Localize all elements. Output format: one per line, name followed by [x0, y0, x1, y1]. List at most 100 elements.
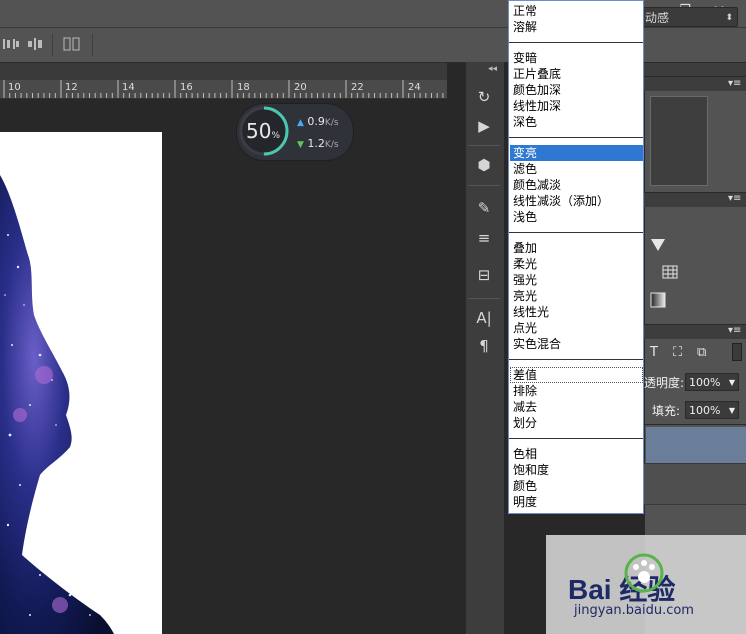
paw-icon	[624, 553, 664, 593]
shape-filter-icon[interactable]: ⛶	[673, 345, 682, 360]
menu-divider	[509, 42, 643, 43]
galaxy-silhouette-image	[0, 175, 114, 634]
clone-source-icon[interactable]: ⊟	[470, 264, 498, 286]
download-unit: K/s	[324, 140, 339, 150]
speed-percent-value: 50	[246, 119, 272, 143]
panel-separator	[468, 185, 500, 186]
gradient-map-icon[interactable]	[650, 292, 666, 308]
grid-map-icon[interactable]	[662, 264, 678, 280]
arrow-up-icon: ▲	[297, 118, 304, 128]
panel-menu-icon[interactable]: ▾≡	[728, 193, 741, 204]
blend-menu-item[interactable]: 深色	[513, 114, 537, 130]
blend-menu-item[interactable]: 排除	[513, 383, 537, 399]
opacity-value: 100%	[689, 376, 721, 389]
brushes-icon[interactable]: ✎	[470, 197, 498, 219]
distribute-hcenter-icon[interactable]	[26, 36, 44, 52]
blend-menu-item[interactable]: 浅色	[513, 209, 537, 225]
blend-mode-select[interactable]: 动感 ⬍	[640, 7, 738, 27]
blend-menu-item[interactable]: 正常	[513, 3, 537, 19]
blend-menu-item[interactable]: 变暗	[513, 50, 537, 66]
opacity-field[interactable]: 100% ▼	[685, 373, 739, 391]
horizontal-ruler: 10 12 14 16 18 20 22 24	[0, 80, 447, 99]
ruler-label: 16	[180, 82, 193, 93]
blend-menu-item[interactable]: 亮光	[513, 288, 537, 304]
distribute-left-icon[interactable]	[2, 36, 20, 52]
paragraph-icon[interactable]: ¶	[470, 335, 498, 357]
upload-speed: ▲ 0.9K/s	[297, 115, 339, 128]
blend-menu-item[interactable]: 划分	[513, 415, 537, 431]
menu-divider	[509, 438, 643, 439]
panel-header	[644, 62, 746, 77]
triangle-adjustment-icon[interactable]	[650, 238, 666, 252]
panel-divider	[644, 424, 746, 425]
blend-mode-dropdown[interactable]: 正常 溶解变暗 正片叠底 颜色加深 线性加深 深色变亮 滤色 颜色减淡 线性减淡（添加） 浅色叠加…	[508, 0, 644, 514]
blend-menu-item[interactable]: 线性减淡（添加）	[513, 193, 609, 209]
blend-menu-item[interactable]: 正片叠底	[513, 66, 561, 82]
watermark: Bai 经验 jingyan.baidu.com	[546, 535, 746, 634]
blend-menu-item[interactable]: 颜色减淡	[513, 177, 561, 193]
panel-separator	[468, 145, 500, 146]
chevron-down-icon: ▼	[728, 406, 735, 415]
watermark-url: jingyan.baidu.com	[574, 603, 694, 618]
document-tab-strip	[0, 63, 447, 80]
blend-menu-item[interactable]: 点光	[513, 320, 537, 336]
blend-menu-item[interactable]: 色相	[513, 446, 537, 462]
upload-value: 0.9	[307, 115, 325, 128]
blend-menu-item[interactable]: 实色混合	[513, 336, 561, 352]
blend-menu-item[interactable]: 颜色	[513, 478, 537, 494]
type-filter-icon[interactable]: T	[650, 345, 658, 360]
ruler-label: 12	[65, 82, 78, 93]
actions-play-icon[interactable]: ▶	[470, 115, 498, 137]
navigator-preview	[650, 96, 708, 186]
blend-menu-item[interactable]: 叠加	[513, 240, 537, 256]
auto-align-icon[interactable]	[62, 36, 80, 52]
blend-menu-item[interactable]: 饱和度	[513, 462, 549, 478]
toolbar-separator	[92, 34, 93, 56]
ruler-label: 18	[237, 82, 250, 93]
arrow-down-icon: ▼	[297, 140, 304, 150]
menu-divider	[509, 359, 643, 360]
layer-row[interactable]	[644, 463, 746, 505]
download-speed: ▼ 1.2K/s	[297, 137, 339, 150]
chevron-updown-icon: ⬍	[725, 13, 733, 23]
toolbar-separator	[52, 34, 53, 56]
blend-menu-item[interactable]: 溶解	[513, 19, 537, 35]
panel-menu-icon[interactable]: ▾≡	[728, 325, 741, 336]
panel-separator	[468, 298, 500, 299]
blend-menu-item[interactable]: 强光	[513, 272, 537, 288]
speed-percent-unit: %	[271, 131, 281, 141]
layer-row-selected[interactable]	[646, 427, 746, 463]
chevron-down-icon: ▼	[728, 378, 735, 387]
ruler-label: 14	[122, 82, 135, 93]
blend-menu-item[interactable]: 线性加深	[513, 98, 561, 114]
brush-preset-icon[interactable]: ≡	[470, 227, 498, 249]
blend-menu-item[interactable]: 滤色	[513, 161, 537, 177]
ruler-label: 10	[8, 82, 21, 93]
upload-unit: K/s	[324, 118, 339, 128]
opacity-label: 透明度:	[644, 376, 685, 390]
fill-field[interactable]: 100% ▼	[685, 401, 739, 419]
blend-select-value: 动感	[645, 11, 670, 25]
history-icon[interactable]: ↻	[470, 86, 498, 108]
fill-label: 填充:	[652, 404, 681, 418]
ruler-label: 20	[294, 82, 307, 93]
filter-toggle[interactable]	[732, 343, 742, 361]
ruler-label: 22	[351, 82, 364, 93]
blend-menu-item[interactable]: 减去	[513, 399, 537, 415]
blend-menu-item[interactable]: 差值	[513, 367, 537, 383]
menu-divider	[509, 137, 643, 138]
smart-object-filter-icon[interactable]: ⧉	[697, 345, 706, 360]
collapse-arrows-icon[interactable]: ◂◂	[488, 64, 497, 74]
download-value: 1.2	[307, 137, 325, 150]
speed-percent: 50%	[246, 119, 280, 143]
blend-menu-item[interactable]: 明度	[513, 494, 537, 510]
character-icon[interactable]: A|	[470, 307, 498, 329]
ruler-label: 24	[408, 82, 421, 93]
blend-menu-item[interactable]: 柔光	[513, 256, 537, 272]
panel-menu-icon[interactable]: ▾≡	[728, 78, 741, 89]
blend-menu-item[interactable]: 线性光	[513, 304, 549, 320]
blend-menu-item[interactable]: 颜色加深	[513, 82, 561, 98]
fill-value: 100%	[689, 404, 721, 417]
3d-cube-icon[interactable]: ⬢	[470, 154, 498, 176]
blend-menu-item[interactable]: 变亮	[513, 145, 537, 161]
